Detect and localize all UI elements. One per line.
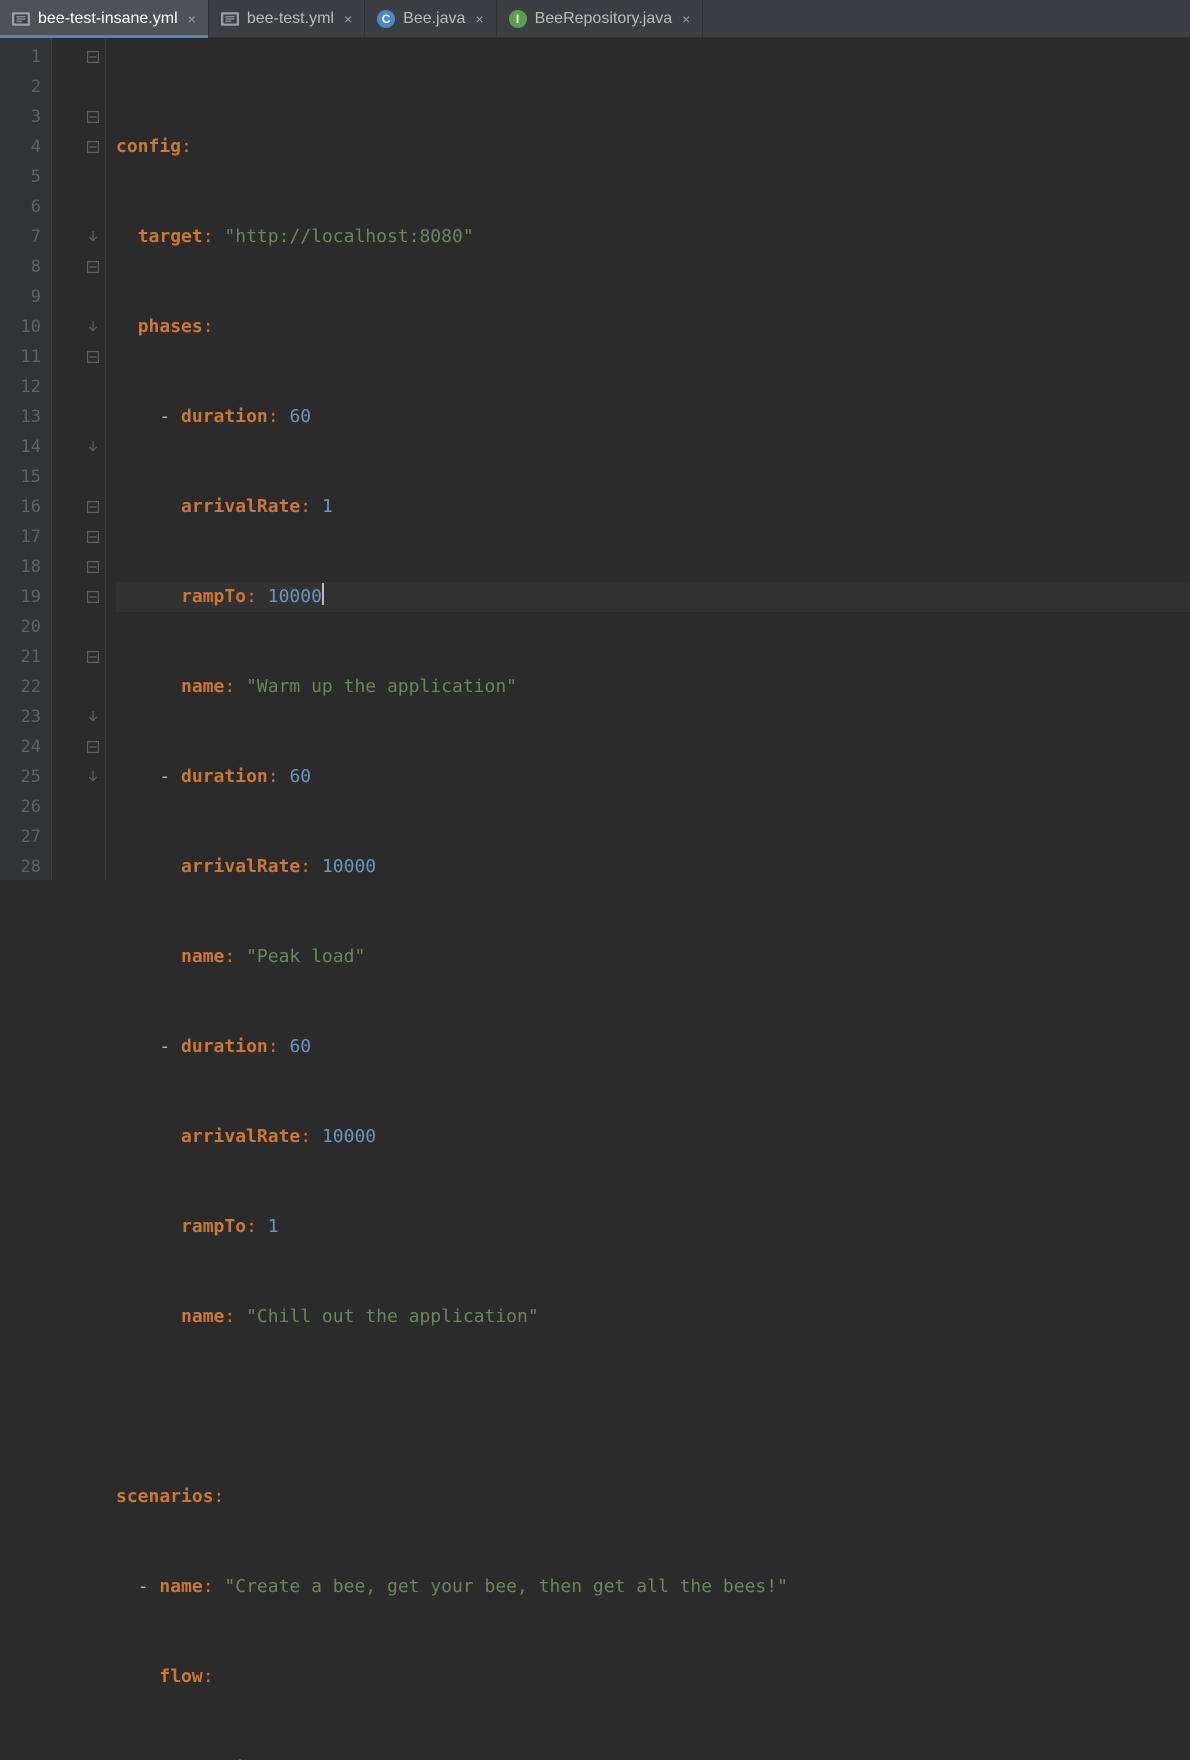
line-number: 10 <box>0 312 41 342</box>
code-line: arrivalRate: 1 <box>116 492 1190 522</box>
java-class-icon: C <box>377 10 395 28</box>
code-line <box>116 1392 1190 1422</box>
line-number: 6 <box>0 192 41 222</box>
line-number: 23 <box>0 702 41 732</box>
fold-marker[interactable] <box>52 702 105 732</box>
code-line: name: "Chill out the application" <box>116 1302 1190 1332</box>
line-number: 8 <box>0 252 41 282</box>
code-line: arrivalRate: 10000 <box>116 1122 1190 1152</box>
fold-marker[interactable] <box>52 432 105 462</box>
code-line: target: "http://localhost:8080" <box>116 222 1190 252</box>
line-number: 1 <box>0 42 41 72</box>
code-line: name: "Warm up the application" <box>116 672 1190 702</box>
line-number: 18 <box>0 552 41 582</box>
line-number: 19 <box>0 582 41 612</box>
fold-marker[interactable] <box>52 102 105 132</box>
fold-marker[interactable] <box>52 192 105 222</box>
line-number: 20 <box>0 612 41 642</box>
line-number: 9 <box>0 282 41 312</box>
line-number: 25 <box>0 762 41 792</box>
fold-marker[interactable] <box>52 552 105 582</box>
close-icon[interactable]: × <box>186 11 196 27</box>
java-interface-icon: I <box>509 10 527 28</box>
line-number: 14 <box>0 432 41 462</box>
fold-marker[interactable] <box>52 522 105 552</box>
line-number: 11 <box>0 342 41 372</box>
line-number: 16 <box>0 492 41 522</box>
fold-marker[interactable] <box>52 852 105 882</box>
line-number: 3 <box>0 102 41 132</box>
code-line: config: <box>116 132 1190 162</box>
tab-label: Bee.java <box>403 10 465 28</box>
yml-file-icon <box>12 10 30 28</box>
line-number: 22 <box>0 672 41 702</box>
line-number: 27 <box>0 822 41 852</box>
tab-label: bee-test-insane.yml <box>38 10 178 28</box>
line-number-gutter: 1234567891011121314151617181920212223242… <box>0 38 52 880</box>
code-area[interactable]: config: target: "http://localhost:8080" … <box>106 38 1190 880</box>
yml-file-icon <box>221 10 239 28</box>
tab-bee-test[interactable]: bee-test.yml × <box>209 0 365 37</box>
code-line: - duration: 60 <box>116 402 1190 432</box>
line-number: 28 <box>0 852 41 882</box>
line-number: 4 <box>0 132 41 162</box>
line-number: 17 <box>0 522 41 552</box>
close-icon[interactable]: × <box>342 11 352 27</box>
code-editor[interactable]: 1234567891011121314151617181920212223242… <box>0 38 1190 880</box>
fold-marker[interactable] <box>52 252 105 282</box>
tab-bee-repository-java[interactable]: I BeeRepository.java × <box>497 0 704 37</box>
fold-marker[interactable] <box>52 162 105 192</box>
line-number: 21 <box>0 642 41 672</box>
line-number: 2 <box>0 72 41 102</box>
fold-marker[interactable] <box>52 462 105 492</box>
code-line: - post: <box>116 1752 1190 1760</box>
fold-marker[interactable] <box>52 672 105 702</box>
code-line: arrivalRate: 10000 <box>116 852 1190 882</box>
code-line: - duration: 60 <box>116 1032 1190 1062</box>
fold-marker[interactable] <box>52 42 105 72</box>
fold-marker[interactable] <box>52 762 105 792</box>
fold-marker[interactable] <box>52 132 105 162</box>
editor-tabbar: bee-test-insane.yml × bee-test.yml × C B… <box>0 0 1190 38</box>
fold-marker[interactable] <box>52 282 105 312</box>
line-number: 15 <box>0 462 41 492</box>
line-number: 26 <box>0 792 41 822</box>
close-icon[interactable]: × <box>680 11 690 27</box>
code-line-current: rampTo: 10000 <box>116 582 1190 612</box>
code-line: name: "Peak load" <box>116 942 1190 972</box>
code-line: - duration: 60 <box>116 762 1190 792</box>
fold-marker[interactable] <box>52 342 105 372</box>
fold-marker[interactable] <box>52 312 105 342</box>
fold-marker[interactable] <box>52 792 105 822</box>
fold-marker[interactable] <box>52 732 105 762</box>
text-caret <box>322 583 324 605</box>
fold-marker[interactable] <box>52 492 105 522</box>
tab-label: bee-test.yml <box>247 10 334 28</box>
fold-marker[interactable] <box>52 822 105 852</box>
close-icon[interactable]: × <box>473 11 483 27</box>
fold-marker[interactable] <box>52 222 105 252</box>
tab-bee-java[interactable]: C Bee.java × <box>365 0 496 37</box>
code-line: - name: "Create a bee, get your bee, the… <box>116 1572 1190 1602</box>
code-line: flow: <box>116 1662 1190 1692</box>
fold-marker[interactable] <box>52 642 105 672</box>
tab-bee-test-insane[interactable]: bee-test-insane.yml × <box>0 0 209 37</box>
line-number: 7 <box>0 222 41 252</box>
tab-label: BeeRepository.java <box>535 10 673 28</box>
code-line: phases: <box>116 312 1190 342</box>
code-line: scenarios: <box>116 1482 1190 1512</box>
line-number: 5 <box>0 162 41 192</box>
line-number: 24 <box>0 732 41 762</box>
code-line: rampTo: 1 <box>116 1212 1190 1242</box>
fold-marker[interactable] <box>52 72 105 102</box>
fold-marker[interactable] <box>52 582 105 612</box>
line-number: 13 <box>0 402 41 432</box>
line-number: 12 <box>0 372 41 402</box>
fold-marker[interactable] <box>52 612 105 642</box>
fold-marker[interactable] <box>52 372 105 402</box>
fold-marker[interactable] <box>52 402 105 432</box>
fold-gutter <box>52 38 106 880</box>
